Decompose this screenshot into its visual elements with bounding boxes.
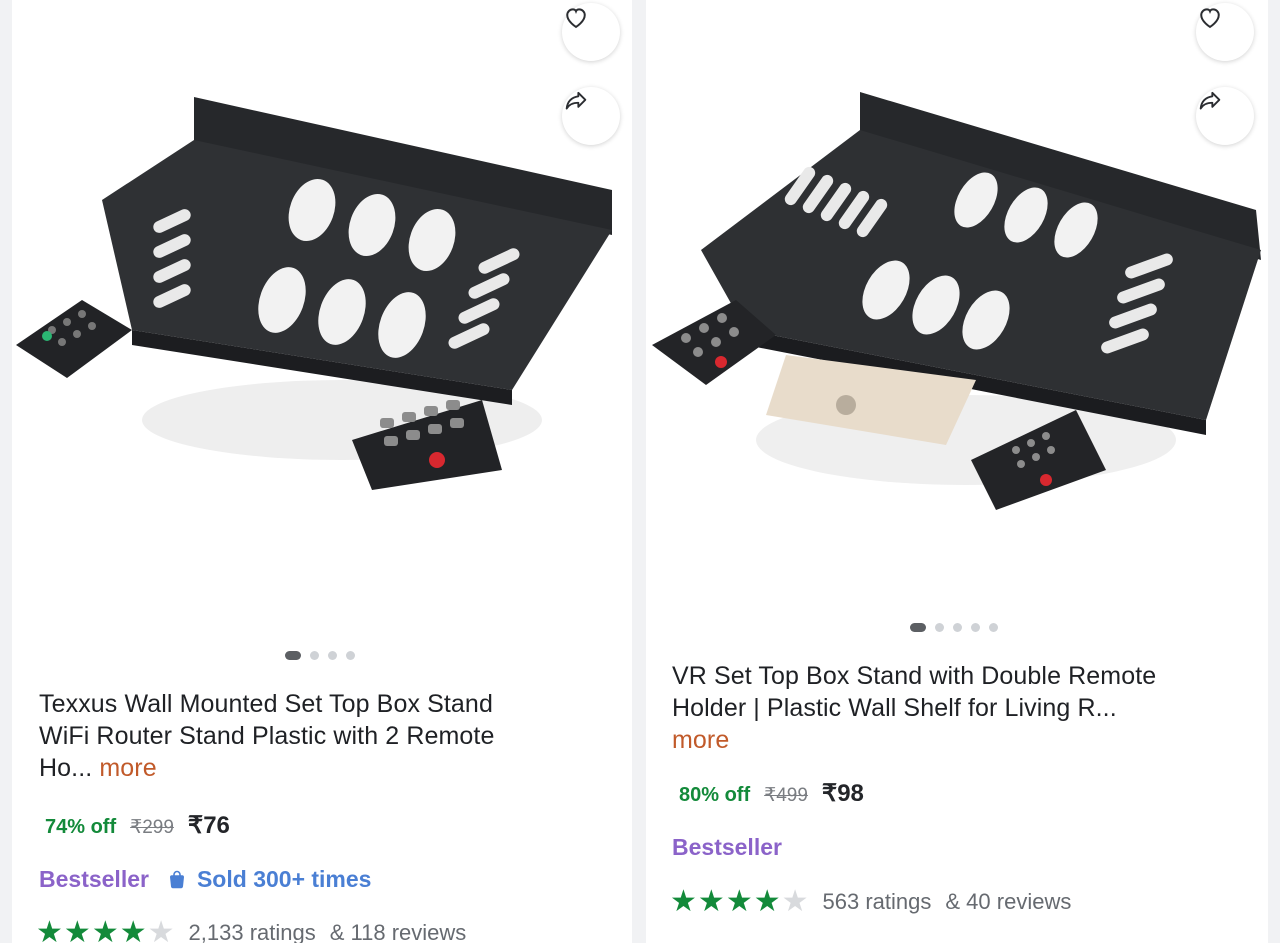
image-carousel-dots xyxy=(285,651,355,660)
sold-count-text: Sold 300+ times xyxy=(196,866,372,892)
wishlist-button[interactable] xyxy=(562,3,620,61)
sale-price: ₹76 xyxy=(187,812,230,839)
product-image[interactable] xyxy=(12,0,632,600)
wishlist-button[interactable] xyxy=(1196,3,1254,61)
carousel-dot[interactable] xyxy=(971,623,980,632)
product-title-line: VR Set Top Box Stand with Double Remote xyxy=(672,662,1157,690)
star-icon: ★ xyxy=(91,916,119,943)
star-icon: ★ xyxy=(36,916,63,943)
star-icon: ★ xyxy=(63,916,91,943)
sale-price: ₹98 xyxy=(821,780,864,807)
share-icon xyxy=(565,91,587,110)
carousel-dot[interactable] xyxy=(346,651,355,660)
ratings-count: 2,133 ratings xyxy=(188,920,316,943)
carousel-dot[interactable] xyxy=(953,623,962,632)
star-icon: ★ xyxy=(670,885,697,918)
price-row: 74% off ₹299 ₹76 xyxy=(45,811,230,840)
rating-stars: ★ ★ ★ ★ ★ xyxy=(36,918,175,943)
share-icon xyxy=(1199,91,1221,110)
ratings-count: 563 ratings xyxy=(822,889,932,914)
product-title-line: WiFi Router Stand Plastic with 2 Remote xyxy=(39,722,495,750)
original-price: ₹499 xyxy=(764,785,808,806)
product-title-line: Texxus Wall Mounted Set Top Box Stand xyxy=(39,690,493,718)
product-title[interactable]: VR Set Top Box Stand with Double Remote … xyxy=(672,660,1257,756)
product-title-line: Ho... xyxy=(39,754,93,782)
carousel-dot[interactable] xyxy=(328,651,337,660)
product-card[interactable]: Texxus Wall Mounted Set Top Box Stand Wi… xyxy=(12,0,632,943)
bestseller-badge: Bestseller xyxy=(672,834,782,860)
reviews-count: & 118 reviews xyxy=(329,920,467,943)
heart-icon xyxy=(566,8,586,29)
sold-count: Sold 300+ times xyxy=(165,866,372,893)
product-title[interactable]: Texxus Wall Mounted Set Top Box Stand Wi… xyxy=(39,688,619,784)
star-icon: ★ xyxy=(119,916,147,943)
image-carousel-dots xyxy=(910,623,998,632)
carousel-dot[interactable] xyxy=(935,623,944,632)
carousel-dot[interactable] xyxy=(910,623,926,632)
more-link[interactable]: more xyxy=(99,754,156,782)
reviews-count: & 40 reviews xyxy=(945,889,1072,914)
product-image-illustration xyxy=(16,97,612,490)
carousel-dot[interactable] xyxy=(310,651,319,660)
share-button[interactable] xyxy=(1196,87,1254,145)
product-image-illustration xyxy=(652,92,1261,510)
star-icon: ★ xyxy=(147,916,175,943)
star-icon: ★ xyxy=(725,885,753,918)
more-link[interactable]: more xyxy=(672,726,729,754)
discount-label: 74% off xyxy=(45,816,117,838)
rating-row[interactable]: ★ ★ ★ ★ ★ 563 ratings & 40 reviews xyxy=(670,887,1071,917)
rating-stars: ★ ★ ★ ★ ★ xyxy=(670,887,809,917)
rating-row[interactable]: ★ ★ ★ ★ ★ 2,133 ratings & 118 reviews xyxy=(36,918,466,943)
product-card[interactable]: VR Set Top Box Stand with Double Remote … xyxy=(646,0,1268,943)
star-icon: ★ xyxy=(753,885,781,918)
product-grid: Texxus Wall Mounted Set Top Box Stand Wi… xyxy=(0,0,1280,943)
star-icon: ★ xyxy=(781,885,809,918)
product-image[interactable] xyxy=(646,0,1268,600)
price-row: 80% off ₹499 ₹98 xyxy=(679,779,864,808)
badge-row: Bestseller xyxy=(672,834,782,861)
product-title-line: Holder | Plastic Wall Shelf for Living R… xyxy=(672,694,1117,722)
badge-row: Bestseller Sold 300+ times xyxy=(39,866,371,893)
bestseller-badge: Bestseller xyxy=(39,866,149,892)
original-price: ₹299 xyxy=(130,817,174,838)
discount-label: 80% off xyxy=(679,784,751,806)
heart-icon xyxy=(1200,8,1220,29)
share-button[interactable] xyxy=(562,87,620,145)
carousel-dot[interactable] xyxy=(989,623,998,632)
shopping-bag-icon xyxy=(169,870,184,888)
carousel-dot[interactable] xyxy=(285,651,301,660)
star-icon: ★ xyxy=(697,885,725,918)
